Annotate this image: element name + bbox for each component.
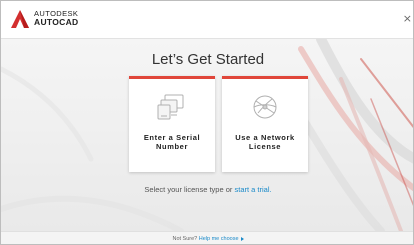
start-trial-link[interactable]: start a trial. — [234, 185, 271, 194]
product-wordmark: AUTODESK AUTOCAD — [34, 9, 78, 27]
dialog-header: AUTODESK AUTOCAD × — [1, 1, 413, 39]
serial-label-line1: Enter a Serial — [143, 133, 201, 142]
license-dialog: AUTODESK AUTOCAD × Let’s Get Started Ent… — [0, 0, 414, 245]
enter-serial-number-card[interactable]: Enter a Serial Number — [129, 76, 215, 172]
monitor-devices-icon — [157, 94, 184, 120]
product-name: AUTOCAD — [34, 17, 79, 27]
network-label-line2: License — [248, 142, 282, 151]
serial-number-label: Enter a Serial Number — [129, 133, 215, 151]
license-type-prompt: Select your license type or start a tria… — [1, 185, 413, 194]
page-title: Let’s Get Started — [151, 51, 265, 68]
serial-label-line2: Number — [156, 142, 188, 151]
network-license-card[interactable]: Use a Network License — [222, 76, 308, 172]
help-me-choose-link[interactable]: Help me choose — [199, 236, 239, 242]
network-license-label: Use a Network License — [222, 133, 308, 151]
license-type-text: Select your license type or — [144, 185, 233, 194]
autodesk-logo-icon — [11, 10, 29, 28]
network-label-line1: Use a Network — [235, 133, 295, 142]
globe-network-icon — [253, 95, 277, 119]
close-button[interactable]: × — [403, 13, 412, 24]
not-sure-text: Not Sure? — [172, 236, 198, 242]
dialog-footer: Not Sure? Help me choose — [1, 231, 413, 244]
play-arrow-icon — [240, 236, 244, 241]
